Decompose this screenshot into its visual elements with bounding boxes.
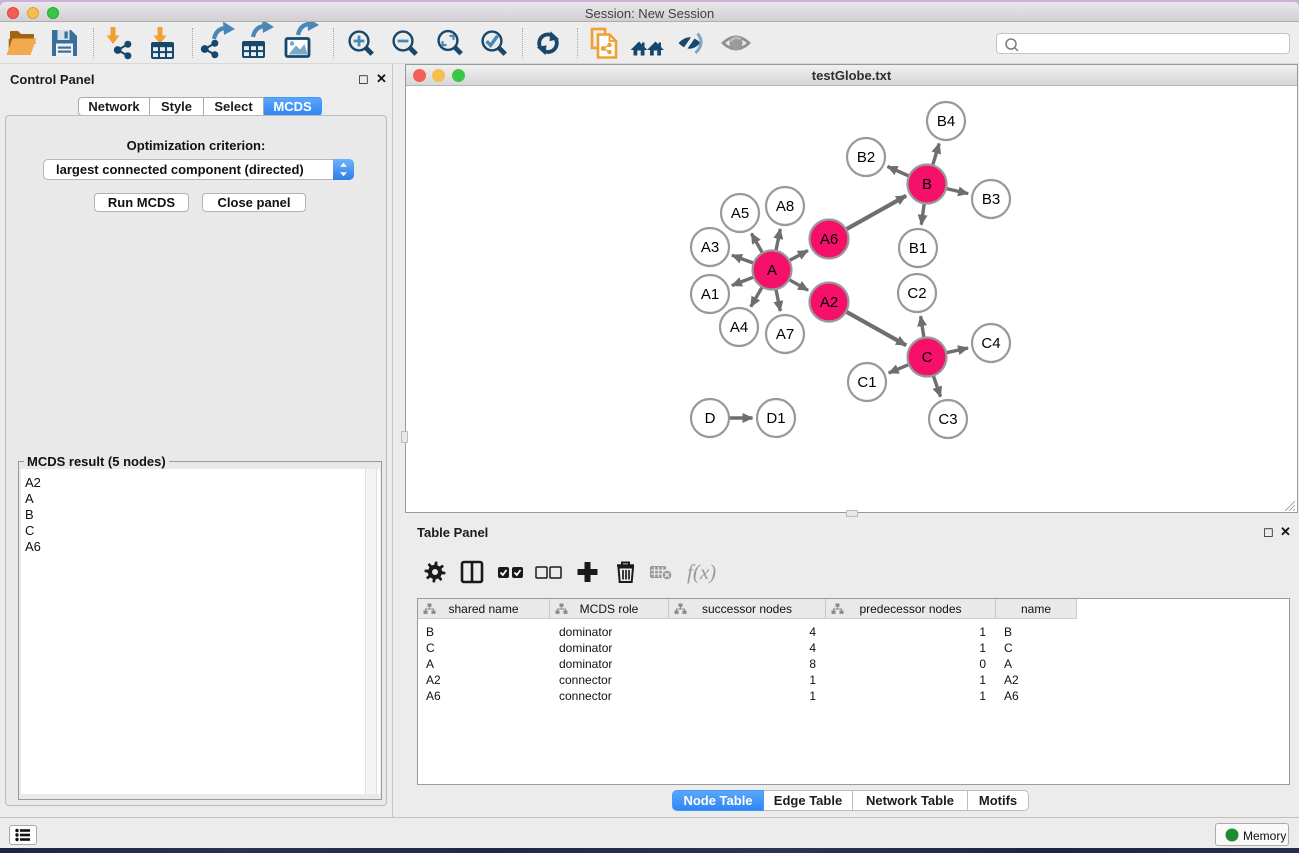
svg-text:C1: C1 (857, 374, 876, 391)
svg-text:B: B (922, 176, 932, 193)
svg-text:C2: C2 (907, 285, 926, 302)
svg-text:A5: A5 (731, 205, 749, 222)
svg-text:A3: A3 (701, 239, 719, 256)
svg-text:B2: B2 (857, 149, 875, 166)
svg-text:f(x): f(x) (687, 560, 716, 584)
svg-text:A7: A7 (776, 326, 794, 343)
svg-text:A1: A1 (701, 286, 719, 303)
svg-text:C: C (922, 349, 933, 366)
svg-text:B1: B1 (909, 240, 927, 257)
svg-text:A8: A8 (776, 198, 794, 215)
svg-text:B3: B3 (982, 191, 1000, 208)
svg-text:B4: B4 (937, 113, 955, 130)
svg-text:D: D (705, 410, 716, 427)
svg-text:D1: D1 (766, 410, 785, 427)
svg-text:C3: C3 (938, 411, 957, 428)
svg-text:C4: C4 (981, 335, 1000, 352)
svg-text:A2: A2 (820, 294, 838, 311)
svg-text:A6: A6 (820, 231, 838, 248)
svg-text:A4: A4 (730, 319, 748, 336)
svg-text:A: A (767, 262, 777, 279)
